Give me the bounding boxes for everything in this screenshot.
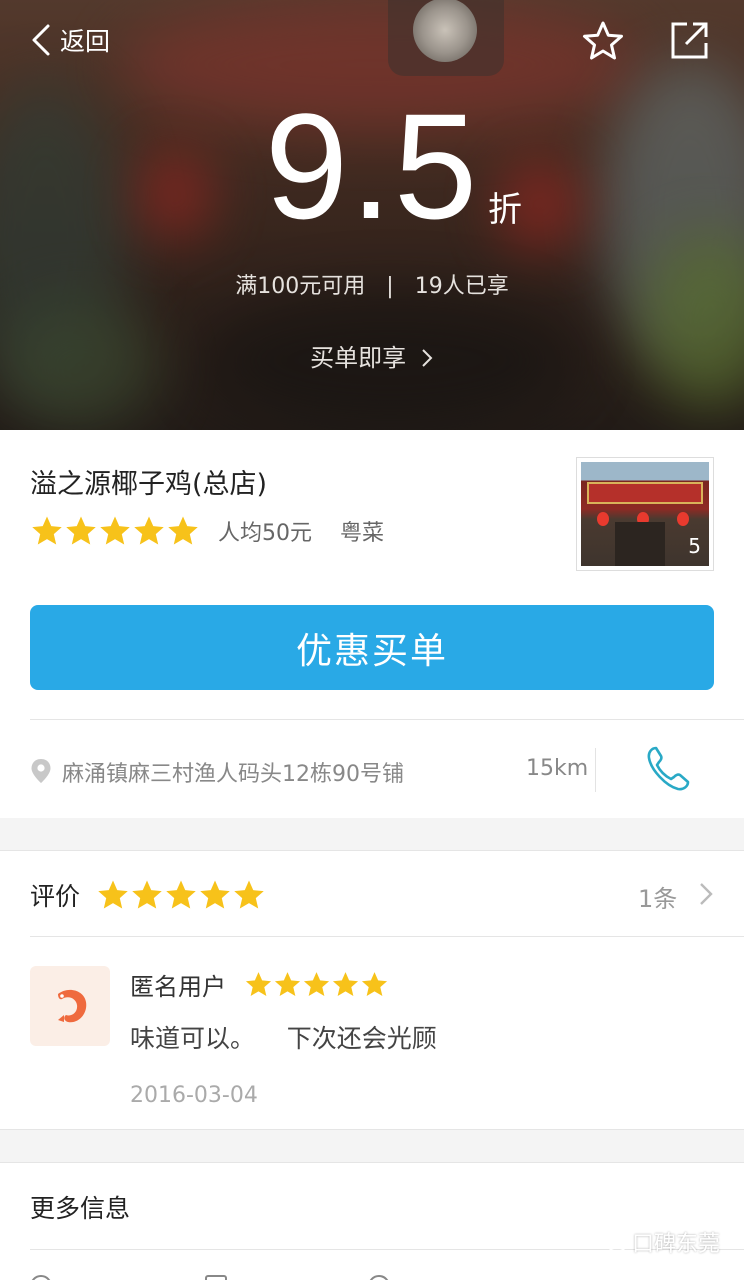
more-info-section: 更多信息 [0,1162,744,1280]
info-icon [368,1275,390,1280]
chevron-right-icon[interactable] [698,881,714,907]
avg-price: 人均50元 [218,521,312,546]
watermark: 口碑东莞 [596,1226,720,1258]
star-icon [98,880,128,909]
shop-meta: 人均50元 粤菜 [30,514,384,548]
address-row[interactable]: 麻涌镇麻三村渔人码头12栋90号铺 15km [0,720,744,818]
back-label: 返回 [60,27,111,56]
discount-conditions: 满100元可用 | 19人已享 [0,268,744,300]
storefront-image: 5 [581,462,709,566]
reviews-header[interactable]: 评价 [30,877,266,913]
location-pin-icon [31,759,51,783]
shop-card: 溢之源椰子鸡(总店) 人均50元 粤菜 5 优惠买单 麻涌镇麻三村渔人码头12栋… [0,430,744,818]
shop-photo[interactable]: 5 [576,457,714,571]
star-icon [132,880,162,909]
share-icon[interactable] [670,20,710,60]
star-icon [200,880,230,909]
avatar [30,966,110,1046]
shrimp-icon [58,989,87,1023]
reviews-section: 评价 1条 匿名用户 味道可以。 下次还会光顾 2016-03-04 [0,850,744,1130]
star-icon [332,972,359,996]
reviews-count[interactable]: 1条 [638,879,677,914]
info-icon [205,1275,227,1280]
buy-link[interactable]: 买单即享 [0,338,744,373]
used-count: 19人已享 [414,274,509,299]
star-icon [274,972,301,996]
shop-rating [30,514,200,548]
discount-display: 9.5 折 [0,91,744,241]
discount-unit: 折 [488,190,522,230]
buy-link-label: 买单即享 [310,344,407,372]
more-info-title: 更多信息 [30,1194,131,1223]
min-spend: 满100元可用 [235,274,366,299]
star-icon [32,516,62,545]
chevron-right-icon [422,349,433,367]
reviews-title: 评价 [30,882,81,911]
distance: 15km [526,756,589,781]
phone-icon[interactable] [644,744,692,794]
star-icon [166,880,196,909]
back-chevron-icon [32,24,50,56]
review-text: 味道可以。 下次还会光顾 [130,1024,437,1053]
shop-name: 溢之源椰子鸡(总店) [30,469,268,500]
watermark-text: 口碑东莞 [632,1232,721,1257]
pay-button[interactable]: 优惠买单 [30,605,714,690]
star-icon [245,972,272,996]
photo-count: 5 [688,534,701,558]
review-stars [244,970,389,999]
hero-banner: 返回 9.5 折 满100元可用 | 19人已享 买单即享 [0,0,744,430]
reviews-rating [96,878,266,912]
star-icon [168,516,198,545]
star-outline-icon[interactable] [582,20,624,62]
cuisine: 粤菜 [340,521,385,546]
review-user: 匿名用户 [130,973,226,1001]
discount-value: 9.5 [264,82,480,250]
info-icon [30,1275,52,1280]
address: 麻涌镇麻三村渔人码头12栋90号铺 [62,762,404,787]
star-icon [100,516,130,545]
camera-overlay [388,0,504,76]
wechat-icon [597,1231,627,1253]
vertical-divider [595,748,596,792]
back-button[interactable]: 返回 [28,22,110,58]
separator: | [386,274,394,299]
review-user-row: 匿名用户 [130,967,389,1002]
star-icon [134,516,164,545]
star-icon [303,972,330,996]
star-icon [234,880,264,909]
star-icon [66,516,96,545]
review-date: 2016-03-04 [130,1083,258,1108]
star-icon [361,972,388,996]
divider [30,936,744,937]
